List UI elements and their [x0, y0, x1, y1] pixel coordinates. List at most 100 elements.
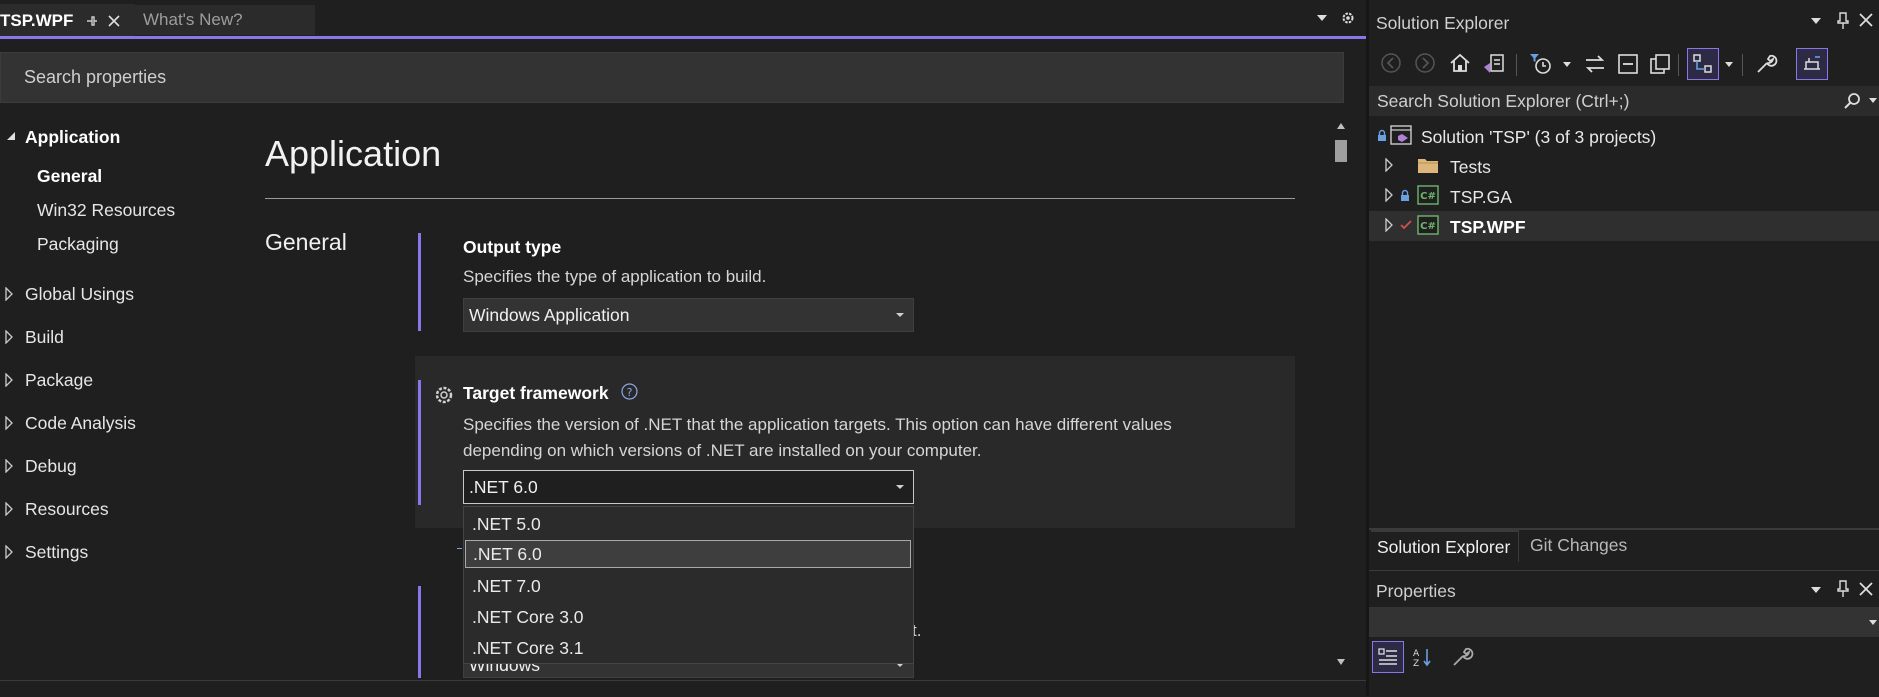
target-framework-value: .NET 6.0 [469, 476, 538, 497]
target-framework-dropdown[interactable]: .NET 6.0 [463, 470, 914, 504]
expand-arrow-icon[interactable] [5, 330, 13, 344]
search-options-icon[interactable] [1869, 98, 1877, 104]
nav-packaging[interactable]: Packaging [37, 234, 119, 255]
tab-git-changes[interactable]: Git Changes [1520, 530, 1638, 560]
tab-label: Solution Explorer [1377, 536, 1511, 557]
pin-icon[interactable] [85, 14, 99, 28]
help-icon[interactable]: ? [621, 383, 638, 400]
expand-arrow-icon[interactable] [1385, 188, 1393, 202]
folder-icon [1417, 156, 1439, 174]
dropdown-option[interactable]: .NET Core 3.0 [465, 602, 911, 632]
close-icon[interactable] [1858, 581, 1874, 597]
svg-text:?: ? [627, 386, 633, 399]
tab-accent-line [0, 36, 1366, 39]
expand-arrow-icon[interactable] [5, 416, 13, 430]
close-icon[interactable] [107, 14, 121, 28]
nav-debug[interactable]: Debug [25, 456, 77, 477]
svg-text:Z: Z [1413, 659, 1419, 669]
solution-explorer-toolbar [1376, 48, 1879, 82]
properties-object-selector[interactable] [1369, 607, 1879, 637]
nav-general[interactable]: General [37, 166, 102, 187]
nav-code-analysis[interactable]: Code Analysis [25, 413, 136, 434]
horizontal-scroll-area [0, 680, 1366, 697]
pending-changes-filter-icon[interactable] [1528, 51, 1554, 77]
title-divider [265, 198, 1295, 199]
expand-arrow-icon[interactable] [1385, 158, 1393, 172]
preview-toggle[interactable] [1796, 48, 1828, 80]
search-icon[interactable] [1843, 92, 1861, 110]
expand-arrow-icon[interactable] [5, 459, 13, 473]
link-fragment [457, 534, 462, 549]
nav-application[interactable]: Application [25, 127, 120, 148]
nav-resources[interactable]: Resources [25, 499, 109, 520]
gear-icon[interactable] [433, 384, 455, 406]
forward-icon[interactable] [1414, 52, 1436, 74]
categorized-toggle[interactable] [1372, 641, 1404, 673]
property-pages-wrench-icon[interactable] [1450, 645, 1474, 669]
dropdown-option[interactable]: .NET 5.0 [465, 509, 911, 539]
chevron-down-icon[interactable] [1562, 61, 1572, 68]
categorized-icon [1378, 648, 1397, 665]
tab-tsp-wpf[interactable]: TSP.WPF [0, 4, 135, 37]
scroll-down-icon[interactable] [1336, 658, 1346, 666]
gear-icon[interactable] [1340, 10, 1356, 26]
switch-views-icon[interactable] [1480, 51, 1506, 77]
expand-arrow-icon[interactable] [5, 545, 13, 559]
tree-item-tsp-wpf[interactable]: TSP.WPF [1450, 217, 1526, 238]
tab-solution-explorer[interactable]: Solution Explorer [1371, 530, 1519, 562]
scroll-up-icon[interactable] [1336, 122, 1346, 130]
tree-item-tests[interactable]: Tests [1450, 157, 1491, 178]
tree-view-icon [1693, 54, 1712, 73]
chevron-down-icon [896, 313, 904, 317]
alphabetical-icon[interactable]: AZ [1411, 645, 1435, 669]
tab-whats-new[interactable]: What's New? [135, 5, 315, 35]
dropdown-option[interactable]: .NET Core 3.1 [465, 633, 911, 663]
target-framework-options-list: .NET 5.0 .NET 6.0 .NET 7.0 .NET Core 3.0… [463, 506, 914, 664]
section-accent-bar [418, 233, 421, 331]
nav-global-usings[interactable]: Global Usings [25, 284, 134, 305]
pane-menu-icon[interactable] [1810, 17, 1822, 25]
nav-package[interactable]: Package [25, 370, 93, 391]
properties-title: Properties [1376, 581, 1456, 601]
csharp-project-icon: C# [1417, 184, 1439, 206]
svg-text:C#: C# [1420, 221, 1436, 232]
expand-arrow-icon[interactable] [5, 502, 13, 516]
expand-arrow-icon[interactable] [1385, 218, 1393, 232]
tab-overflow-icon[interactable] [1316, 14, 1328, 22]
show-all-files-icon[interactable] [1648, 52, 1672, 76]
tree-item-solution[interactable]: Solution 'TSP' (3 of 3 projects) [1421, 127, 1656, 148]
solution-icon [1390, 124, 1414, 146]
vertical-scrollbar[interactable] [1331, 118, 1351, 676]
chevron-down-icon[interactable] [1724, 61, 1734, 68]
nav-build[interactable]: Build [25, 327, 64, 348]
dropdown-option-selected[interactable]: .NET 6.0 [465, 540, 911, 568]
dropdown-option[interactable]: .NET 7.0 [465, 571, 911, 601]
nav-settings[interactable]: Settings [25, 542, 88, 563]
home-icon[interactable] [1448, 51, 1472, 75]
scrollbar-thumb[interactable] [1335, 140, 1347, 162]
expand-arrow-icon[interactable] [5, 287, 13, 301]
collapse-arrow-icon[interactable] [6, 131, 16, 141]
search-solution-explorer-input[interactable]: Search Solution Explorer (Ctrl+;) [1369, 86, 1879, 116]
toolbar-separator [1678, 54, 1679, 76]
output-type-description: Specifies the type of application to bui… [463, 267, 767, 286]
close-icon[interactable] [1858, 12, 1874, 28]
pane-menu-icon[interactable] [1810, 586, 1822, 594]
pin-icon[interactable] [1836, 580, 1850, 598]
preview-selected-items-toggle[interactable] [1687, 48, 1719, 80]
sync-with-active-document-icon[interactable] [1583, 53, 1607, 75]
svg-text:C#: C# [1420, 191, 1436, 202]
target-framework-title: Target framework [463, 383, 609, 403]
properties-wrench-icon[interactable] [1754, 52, 1778, 76]
search-solution-explorer-placeholder: Search Solution Explorer (Ctrl+;) [1377, 90, 1630, 111]
collapse-all-icon[interactable] [1616, 52, 1640, 76]
back-icon[interactable] [1380, 52, 1402, 74]
pin-icon[interactable] [1836, 12, 1850, 30]
chevron-down-icon [1869, 620, 1877, 625]
tree-item-tsp-ga[interactable]: TSP.GA [1450, 187, 1512, 208]
lock-icon [1377, 129, 1387, 142]
search-properties-input[interactable]: Search properties [0, 52, 1344, 103]
expand-arrow-icon[interactable] [5, 373, 13, 387]
output-type-dropdown[interactable]: Windows Application [463, 298, 914, 332]
nav-win32-resources[interactable]: Win32 Resources [37, 200, 175, 221]
